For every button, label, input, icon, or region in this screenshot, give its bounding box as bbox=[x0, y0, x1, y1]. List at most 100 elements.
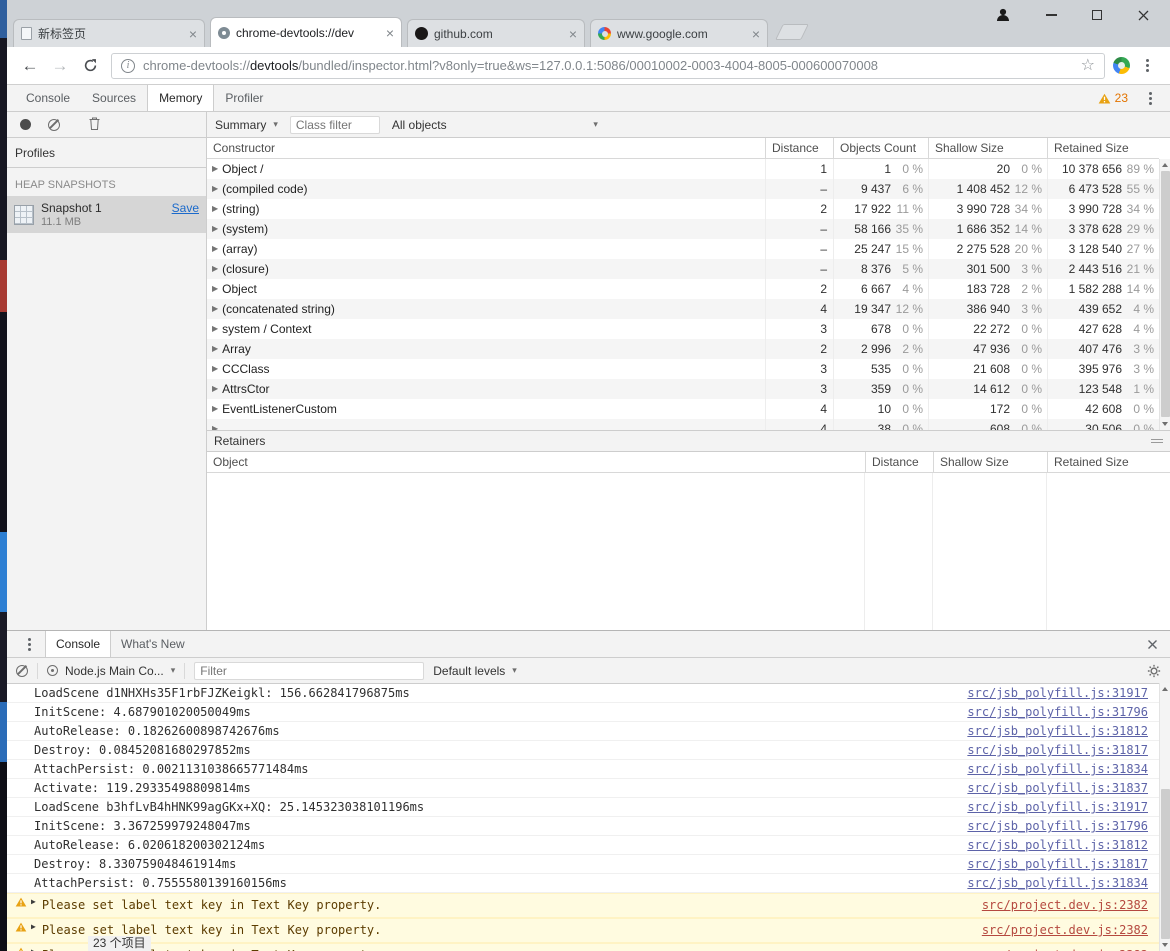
drawer-close-button[interactable] bbox=[1135, 631, 1170, 657]
devtools-tab-console[interactable]: Console bbox=[15, 85, 81, 111]
expand-caret-icon[interactable] bbox=[212, 205, 218, 213]
perspective-select[interactable]: Summary bbox=[215, 118, 278, 132]
message-source-link[interactable]: src/jsb_polyfill.js:31796 bbox=[967, 705, 1148, 719]
expand-caret-icon[interactable] bbox=[212, 185, 218, 193]
col-retained-size[interactable]: Retained Size bbox=[1047, 452, 1170, 472]
heap-row[interactable]: AttrsCtor 3 359 0 % 14 612 0 % 123 548 1… bbox=[207, 379, 1159, 399]
browser-tab-google[interactable]: www.google.com bbox=[590, 19, 768, 47]
console-settings-button[interactable] bbox=[1147, 664, 1161, 678]
scroll-down-icon[interactable] bbox=[1162, 422, 1168, 426]
expand-caret-icon[interactable] bbox=[212, 345, 218, 353]
console-filter-input[interactable] bbox=[194, 662, 424, 680]
heap-scrollbar[interactable] bbox=[1159, 159, 1170, 430]
class-filter-input[interactable] bbox=[290, 116, 380, 134]
drawer-tab-console[interactable]: Console bbox=[45, 631, 111, 657]
expand-caret-icon[interactable] bbox=[212, 365, 218, 373]
heap-row[interactable]: Object 2 6 667 4 % 183 728 2 % 1 582 288… bbox=[207, 279, 1159, 299]
devtools-tab-profiler[interactable]: Profiler bbox=[214, 85, 274, 111]
message-source-link[interactable]: src/jsb_polyfill.js:31837 bbox=[967, 781, 1148, 795]
message-source-link[interactable]: src/jsb_polyfill.js:31834 bbox=[967, 876, 1148, 890]
expand-caret-icon[interactable] bbox=[212, 265, 218, 273]
browser-tab-github[interactable]: github.com bbox=[407, 19, 585, 47]
col-object[interactable]: Object bbox=[207, 452, 865, 472]
heap-row[interactable]: EventListenerCustom 4 10 0 % 172 0 % 42 … bbox=[207, 399, 1159, 419]
back-button[interactable] bbox=[17, 53, 43, 79]
record-heap-snapshot-button[interactable] bbox=[20, 119, 31, 130]
col-shallow-size[interactable]: Shallow Size bbox=[928, 138, 1047, 158]
info-icon[interactable] bbox=[121, 59, 135, 73]
message-source-link[interactable]: src/project.dev.js:2382 bbox=[982, 922, 1148, 938]
scroll-up-icon[interactable] bbox=[1162, 163, 1168, 167]
bookmark-star-icon[interactable] bbox=[1081, 58, 1095, 74]
expand-caret-icon[interactable] bbox=[212, 325, 218, 333]
message-source-link[interactable]: src/project.dev.js:2382 bbox=[982, 947, 1148, 951]
heap-row[interactable]: Object / 1 1 0 % 20 0 % 10 378 656 89 % bbox=[207, 159, 1159, 179]
devtools-menu-icon[interactable] bbox=[1142, 92, 1158, 105]
expand-caret-icon[interactable] bbox=[31, 898, 36, 906]
heap-row[interactable]: 4 38 0 % 608 0 % 30 506 0 % bbox=[207, 419, 1159, 430]
expand-caret-icon[interactable] bbox=[212, 285, 218, 293]
col-objects-count[interactable]: Objects Count bbox=[833, 138, 928, 158]
col-distance[interactable]: Distance bbox=[865, 452, 933, 472]
reload-button[interactable] bbox=[77, 53, 103, 79]
message-source-link[interactable]: src/jsb_polyfill.js:31817 bbox=[967, 857, 1148, 871]
browser-tab-new-tab-page[interactable]: 新标签页 bbox=[13, 19, 205, 47]
col-retained-size[interactable]: Retained Size bbox=[1047, 138, 1159, 158]
heap-row[interactable]: (system) – 58 166 35 % 1 686 352 14 % 3 … bbox=[207, 219, 1159, 239]
resize-grip-icon[interactable] bbox=[1151, 439, 1163, 443]
message-source-link[interactable]: src/jsb_polyfill.js:31817 bbox=[967, 743, 1148, 757]
message-source-link[interactable]: src/jsb_polyfill.js:31917 bbox=[967, 686, 1148, 700]
drawer-tab-whats-new[interactable]: What's New bbox=[111, 631, 195, 657]
extension-icon[interactable] bbox=[1113, 57, 1130, 74]
devtools-tab-sources[interactable]: Sources bbox=[81, 85, 147, 111]
console-clear-button[interactable] bbox=[16, 665, 28, 677]
tab-close-icon[interactable] bbox=[569, 28, 577, 40]
expand-caret-icon[interactable] bbox=[212, 245, 218, 253]
expand-caret-icon[interactable] bbox=[212, 225, 218, 233]
message-source-link[interactable]: src/jsb_polyfill.js:31834 bbox=[967, 762, 1148, 776]
heap-row[interactable]: system / Context 3 678 0 % 22 272 0 % 42… bbox=[207, 319, 1159, 339]
expand-caret-icon[interactable] bbox=[31, 923, 36, 931]
tab-close-icon[interactable] bbox=[752, 28, 760, 40]
expand-caret-icon[interactable] bbox=[212, 405, 218, 413]
browser-menu-icon[interactable] bbox=[1134, 53, 1160, 79]
devtools-tab-memory[interactable]: Memory bbox=[147, 85, 214, 111]
tab-close-icon[interactable] bbox=[189, 28, 197, 40]
console-scrollbar[interactable] bbox=[1159, 683, 1170, 951]
expand-caret-icon[interactable] bbox=[212, 425, 218, 430]
message-source-link[interactable]: src/project.dev.js:2382 bbox=[982, 897, 1148, 913]
snapshot-save-link[interactable]: Save bbox=[172, 201, 199, 215]
scroll-down-icon[interactable] bbox=[1162, 943, 1168, 947]
omnibox[interactable]: chrome-devtools://devtools/bundled/inspe… bbox=[111, 53, 1105, 79]
scroll-up-icon[interactable] bbox=[1162, 687, 1168, 691]
expand-caret-icon[interactable] bbox=[212, 385, 218, 393]
clear-profiles-button[interactable] bbox=[48, 119, 60, 131]
window-minimize-button[interactable] bbox=[1042, 7, 1060, 23]
objects-select[interactable]: All objects bbox=[392, 118, 598, 132]
console-context-select[interactable]: Node.js Main Co... bbox=[47, 664, 175, 678]
new-tab-button[interactable] bbox=[775, 24, 809, 40]
heap-row[interactable]: (concatenated string) 4 19 347 12 % 386 … bbox=[207, 299, 1159, 319]
heap-row[interactable]: (array) – 25 247 15 % 2 275 528 20 % 3 1… bbox=[207, 239, 1159, 259]
window-close-button[interactable] bbox=[1134, 7, 1152, 23]
drawer-menu-icon[interactable] bbox=[13, 631, 45, 657]
col-distance[interactable]: Distance bbox=[765, 138, 833, 158]
message-source-link[interactable]: src/jsb_polyfill.js:31812 bbox=[967, 724, 1148, 738]
warnings-badge[interactable]: 23 bbox=[1098, 91, 1128, 105]
delete-profile-button[interactable] bbox=[89, 117, 100, 133]
message-source-link[interactable]: src/jsb_polyfill.js:31917 bbox=[967, 800, 1148, 814]
heap-row[interactable]: (closure) – 8 376 5 % 301 500 3 % 2 443 … bbox=[207, 259, 1159, 279]
tab-close-icon[interactable] bbox=[386, 27, 394, 39]
forward-button[interactable] bbox=[47, 53, 73, 79]
snapshot-item[interactable]: Snapshot 1 Save 11.1 MB bbox=[7, 196, 206, 233]
heap-row[interactable]: Array 2 2 996 2 % 47 936 0 % 407 476 3 % bbox=[207, 339, 1159, 359]
heap-row[interactable]: (compiled code) – 9 437 6 % 1 408 452 12… bbox=[207, 179, 1159, 199]
col-constructor[interactable]: Constructor bbox=[207, 138, 765, 158]
browser-tab-devtools[interactable]: chrome-devtools://dev bbox=[210, 17, 402, 47]
message-source-link[interactable]: src/jsb_polyfill.js:31796 bbox=[967, 819, 1148, 833]
profile-avatar-icon[interactable] bbox=[994, 7, 1012, 23]
col-shallow-size[interactable]: Shallow Size bbox=[933, 452, 1047, 472]
scrollbar-thumb[interactable] bbox=[1161, 171, 1170, 417]
expand-caret-icon[interactable] bbox=[212, 305, 218, 313]
message-source-link[interactable]: src/jsb_polyfill.js:31812 bbox=[967, 838, 1148, 852]
